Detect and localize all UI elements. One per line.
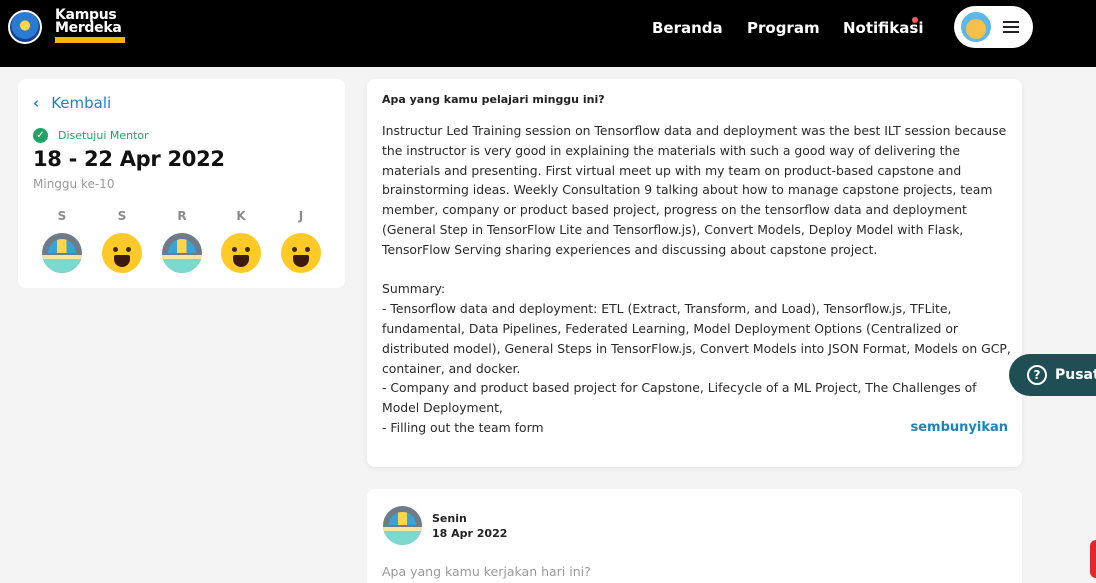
daily-question: Apa yang kamu kerjakan hari ini? xyxy=(382,564,591,579)
nav-program[interactable]: Program xyxy=(747,18,820,38)
check-circle-icon: ✓ xyxy=(33,128,48,143)
help-center-button[interactable]: ? Pusat xyxy=(1009,354,1096,396)
week-date-range: 18 - 22 Apr 2022 xyxy=(33,147,225,171)
help-label: Pusat xyxy=(1055,367,1096,383)
question-icon: ? xyxy=(1027,365,1047,385)
day-wednesday[interactable]: R xyxy=(162,209,202,273)
day-monday[interactable]: S xyxy=(42,209,82,273)
beach-icon xyxy=(162,233,202,273)
day-friday[interactable]: J xyxy=(281,209,321,273)
day-thursday[interactable]: K xyxy=(221,209,261,273)
happy-face-icon xyxy=(281,233,321,273)
chevron-left-icon: ‹ xyxy=(33,94,40,112)
day-tuesday[interactable]: S xyxy=(102,209,142,273)
happy-face-icon xyxy=(102,233,142,273)
hamburger-menu-icon[interactable] xyxy=(1003,21,1019,33)
status-badge: ✓ Disetujui Mentor xyxy=(33,128,149,143)
avatar xyxy=(961,12,991,42)
week-summary-card: ‹ Kembali ✓ Disetujui Mentor 18 - 22 Apr… xyxy=(18,79,345,288)
reflection-answer: Instructur Led Training session on Tenso… xyxy=(382,123,1011,435)
nav-beranda[interactable]: Beranda xyxy=(652,18,723,38)
feedback-tab[interactable] xyxy=(1090,540,1096,578)
day-letter: R xyxy=(177,209,187,223)
tut-wuri-handayani-logo-icon[interactable] xyxy=(8,10,42,44)
day-letter: J xyxy=(298,209,304,223)
day-letter: K xyxy=(236,209,246,223)
logo-text-merdeka: Merdeka xyxy=(55,20,122,36)
daily-date: 18 Apr 2022 xyxy=(432,527,508,540)
daily-day-name: Senin xyxy=(432,512,467,525)
notification-dot-icon xyxy=(912,17,918,23)
profile-menu-button[interactable] xyxy=(954,6,1033,48)
top-navbar: Kampus Merdeka Beranda Program Notifikas… xyxy=(0,0,1096,67)
weekly-reflection-card: Apa yang kamu pelajari minggu ini? Instr… xyxy=(367,79,1022,467)
reflection-question: Apa yang kamu pelajari minggu ini? xyxy=(382,93,605,106)
logo-tagline-stripe xyxy=(55,37,125,43)
day-letter: S xyxy=(57,209,67,223)
week-number: Minggu ke-10 xyxy=(33,177,115,191)
kampus-merdeka-logo[interactable]: Kampus Merdeka xyxy=(55,8,127,43)
back-button[interactable]: ‹ Kembali xyxy=(33,93,111,113)
hide-button[interactable]: sembunyikan xyxy=(910,420,1008,435)
back-label: Kembali xyxy=(51,94,112,112)
beach-icon xyxy=(383,506,422,545)
beach-icon xyxy=(42,233,82,273)
happy-face-icon xyxy=(221,233,261,273)
day-letter: S xyxy=(117,209,127,223)
status-label: Disetujui Mentor xyxy=(58,129,149,142)
daily-entry-card: Senin 18 Apr 2022 Apa yang kamu kerjakan… xyxy=(367,489,1022,583)
